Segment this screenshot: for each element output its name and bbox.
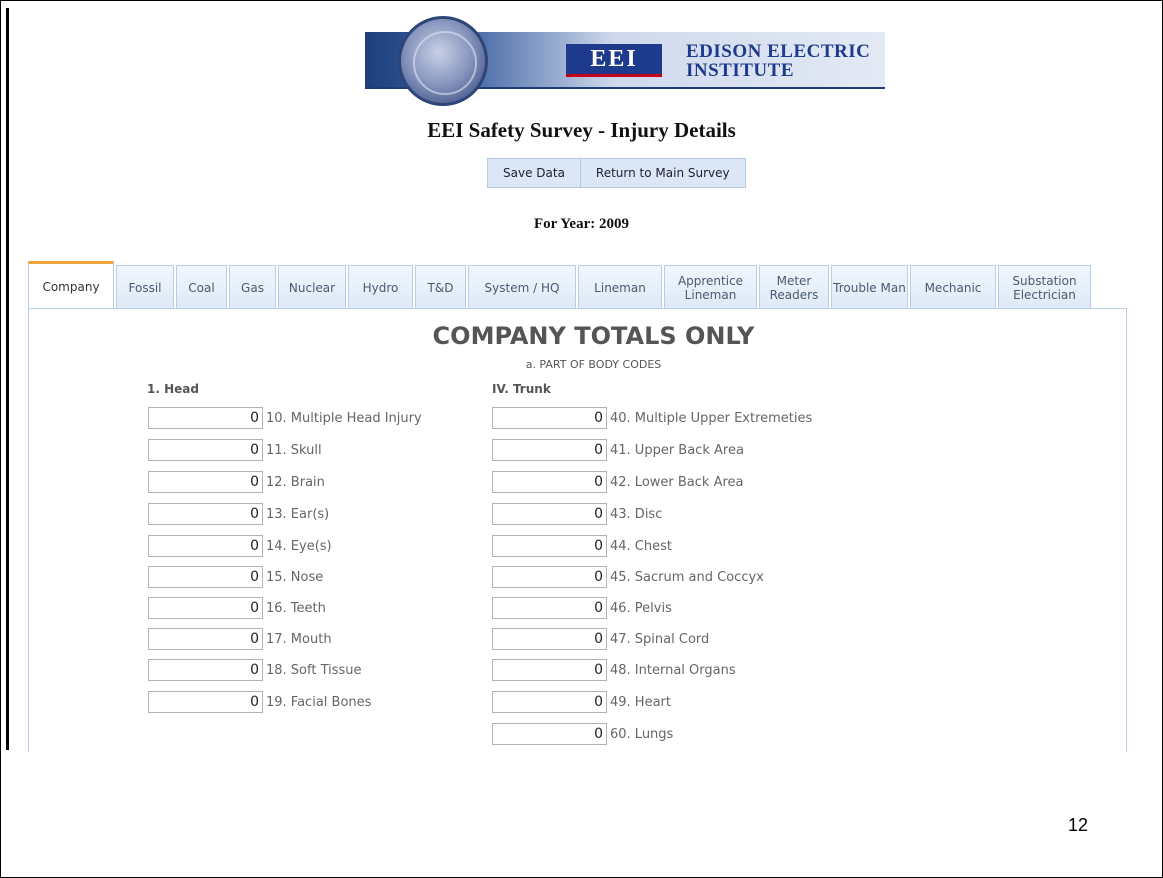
head-group-label: 1. Head (147, 382, 199, 396)
eyes-input[interactable] (148, 535, 263, 557)
form-row: 42. Lower Back Area (492, 471, 744, 493)
trunk-group-label: IV. Trunk (492, 382, 551, 396)
lungs-input[interactable] (492, 723, 607, 745)
tab-mechanic[interactable]: Mechanic (910, 265, 996, 309)
multiple-head-injury-input[interactable] (148, 407, 263, 429)
field-label: 19. Facial Bones (266, 694, 372, 710)
tab-lineman[interactable]: Lineman (578, 265, 662, 309)
page-title: EEI Safety Survey - Injury Details (427, 118, 736, 142)
tab-panel (28, 308, 1127, 752)
form-row: 41. Upper Back Area (492, 439, 744, 461)
ears-input[interactable] (148, 503, 263, 525)
field-label: 44. Chest (610, 538, 672, 554)
tab-td[interactable]: T&D (415, 265, 466, 309)
skull-input[interactable] (148, 439, 263, 461)
field-label: 60. Lungs (610, 726, 674, 742)
field-label: 14. Eye(s) (266, 538, 332, 554)
lower-back-area-input[interactable] (492, 471, 607, 493)
eei-logo-letters: EEI (566, 44, 662, 77)
form-row: 13. Ear(s) (148, 503, 329, 525)
form-row: 40. Multiple Upper Extremeties (492, 407, 812, 429)
tab-nuclear[interactable]: Nuclear (278, 265, 346, 309)
field-label: 10. Multiple Head Injury (266, 410, 422, 426)
spinal-cord-input[interactable] (492, 628, 607, 650)
action-bar: Save Data Return to Main Survey (487, 158, 746, 188)
teeth-input[interactable] (148, 597, 263, 619)
sacrum-and-coccyx-input[interactable] (492, 566, 607, 588)
form-row: 48. Internal Organs (492, 659, 736, 681)
tab-system-hq[interactable]: System / HQ (468, 265, 576, 309)
field-label: 18. Soft Tissue (266, 662, 362, 678)
tab-trouble-man[interactable]: Trouble Man (831, 265, 908, 309)
field-label: 49. Heart (610, 694, 671, 710)
brain-input[interactable] (148, 471, 263, 493)
tab-hydro[interactable]: Hydro (348, 265, 413, 309)
medallion-ring (413, 31, 477, 95)
field-label: 43. Disc (610, 506, 663, 522)
mouth-input[interactable] (148, 628, 263, 650)
form-row: 43. Disc (492, 503, 662, 525)
eei-logo: EEI (563, 42, 667, 77)
form-row: 47. Spinal Cord (492, 628, 709, 650)
form-row: 46. Pelvis (492, 597, 672, 619)
pelvis-input[interactable] (492, 597, 607, 619)
field-label: 42. Lower Back Area (610, 474, 744, 490)
form-row: 60. Lungs (492, 723, 673, 745)
save-data-button[interactable]: Save Data (488, 159, 580, 187)
tab-meter-readers[interactable]: Meter Readers (759, 265, 829, 309)
organization-name-line2: INSTITUTE (686, 60, 794, 81)
year-label: For Year: 2009 (534, 216, 629, 232)
form-row: 14. Eye(s) (148, 535, 332, 557)
form-row: 19. Facial Bones (148, 691, 371, 713)
section-subheading: a. PART OF BODY CODES (525, 358, 662, 371)
upper-back-area-input[interactable] (492, 439, 607, 461)
portrait-medallion-icon (398, 16, 488, 106)
tab-apprentice-lineman[interactable]: Apprentice Lineman (664, 265, 757, 309)
field-label: 46. Pelvis (610, 600, 672, 616)
disc-input[interactable] (492, 503, 607, 525)
tab-gas[interactable]: Gas (229, 265, 276, 309)
nose-input[interactable] (148, 566, 263, 588)
tab-substation-electrician[interactable]: Substation Electrician (998, 265, 1091, 309)
page-number: 12 (1068, 815, 1089, 835)
field-label: 15. Nose (266, 569, 324, 585)
form-row: 11. Skull (148, 439, 322, 461)
field-label: 12. Brain (266, 474, 325, 490)
field-label: 40. Multiple Upper Extremeties (610, 410, 813, 426)
form-row: 10. Multiple Head Injury (148, 407, 422, 429)
form-row: 15. Nose (148, 566, 323, 588)
soft-tissue-input[interactable] (148, 659, 263, 681)
form-row: 49. Heart (492, 691, 671, 713)
field-label: 13. Ear(s) (266, 506, 330, 522)
tab-coal[interactable]: Coal (176, 265, 227, 309)
form-row: 18. Soft Tissue (148, 659, 362, 681)
organization-name-line1: EDISON ELECTRIC (686, 41, 871, 62)
field-label: 45. Sacrum and Coccyx (610, 569, 764, 585)
tab-company[interactable]: Company (28, 261, 114, 309)
heart-input[interactable] (492, 691, 607, 713)
tab-fossil[interactable]: Fossil (116, 265, 174, 309)
form-row: 45. Sacrum and Coccyx (492, 566, 764, 588)
field-label: 16. Teeth (266, 600, 326, 616)
facial-bones-input[interactable] (148, 691, 263, 713)
section-heading: COMPANY TOTALS ONLY (432, 322, 755, 350)
field-label: 11. Skull (266, 442, 322, 458)
form-row: 17. Mouth (148, 628, 332, 650)
form-row: 44. Chest (492, 535, 672, 557)
multiple-upper-extremeties-input[interactable] (492, 407, 607, 429)
chest-input[interactable] (492, 535, 607, 557)
return-to-main-survey-button[interactable]: Return to Main Survey (579, 159, 745, 187)
internal-organs-input[interactable] (492, 659, 607, 681)
field-label: 47. Spinal Cord (610, 631, 710, 647)
organization-name: EDISON ELECTRIC INSTITUTE (686, 42, 876, 80)
form-row: 16. Teeth (148, 597, 326, 619)
form-row: 12. Brain (148, 471, 325, 493)
field-label: 17. Mouth (266, 631, 332, 647)
field-label: 48. Internal Organs (610, 662, 736, 678)
category-tabs: Company Fossil Coal Gas Nuclear Hydro T&… (28, 261, 1093, 309)
field-label: 41. Upper Back Area (610, 442, 744, 458)
